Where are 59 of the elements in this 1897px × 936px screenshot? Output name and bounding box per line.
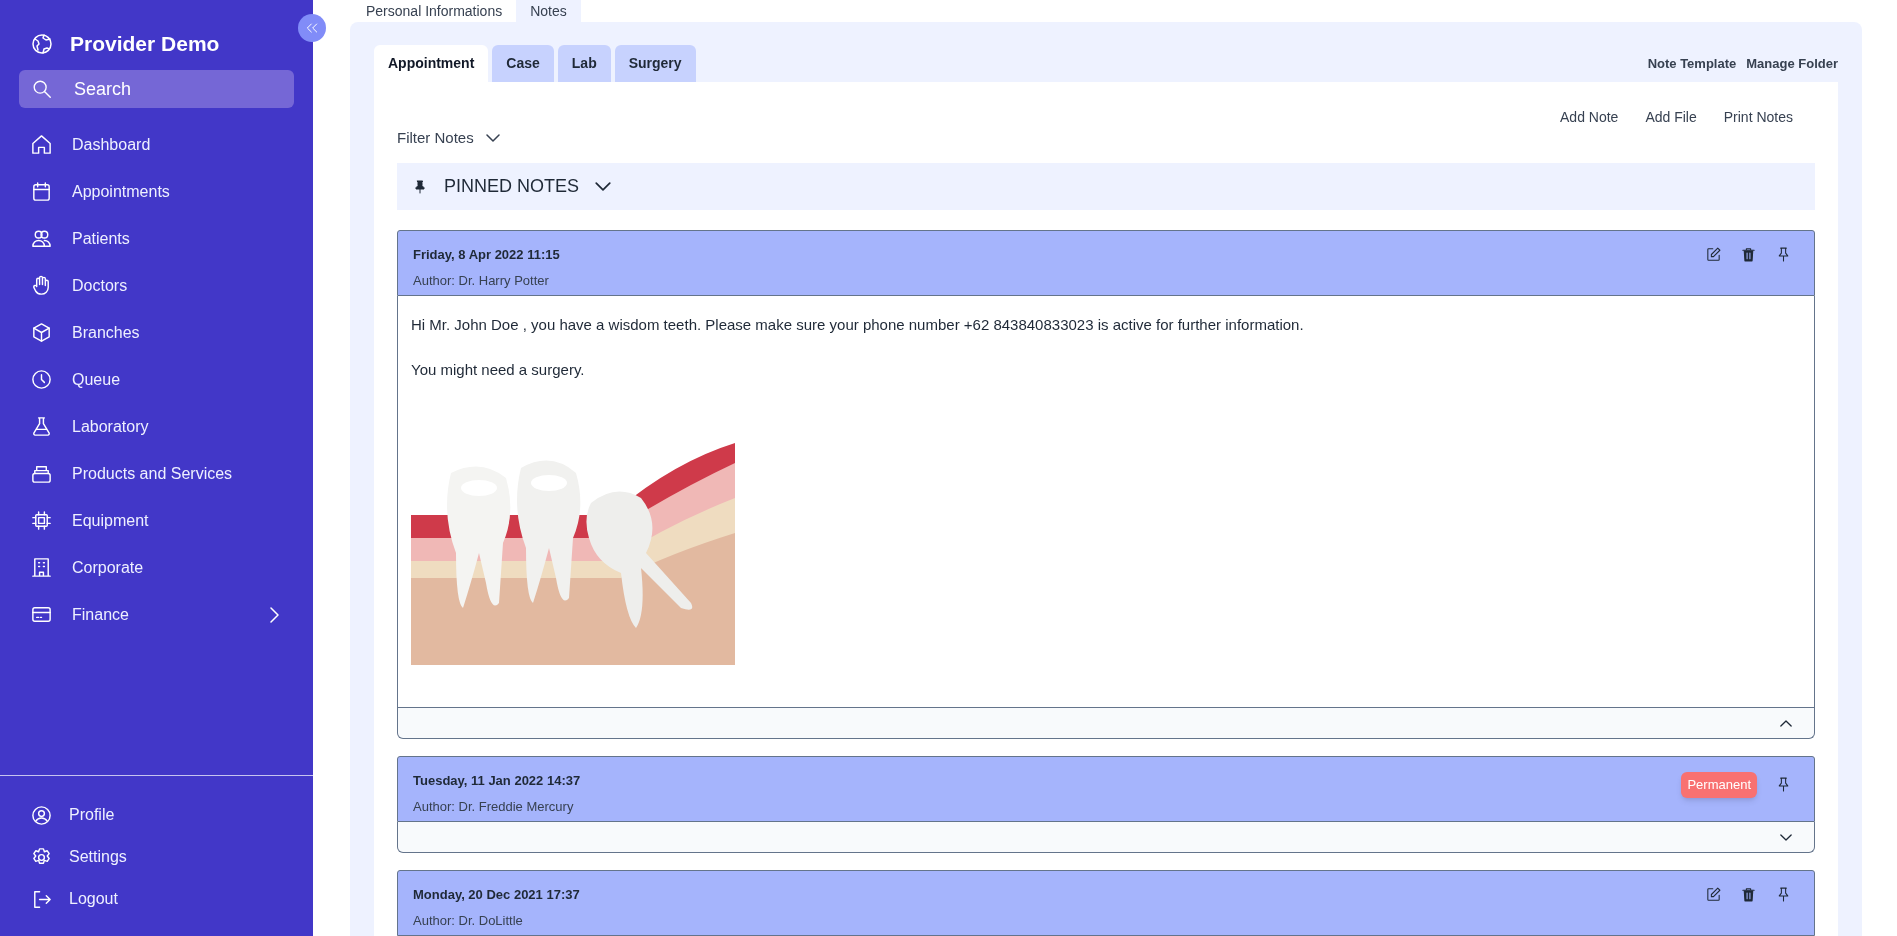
- note-author: Author: Dr. Freddie Mercury: [413, 797, 575, 816]
- note-toggle[interactable]: [397, 822, 1815, 853]
- brand-name: Provider Demo: [70, 31, 220, 58]
- sidebar-item[interactable]: Settings: [0, 836, 313, 878]
- sidebar-item[interactable]: Patients: [0, 215, 313, 262]
- permanent-badge: Permanent: [1681, 772, 1757, 798]
- note-author: Author: Dr. DoLittle: [413, 911, 524, 930]
- note-text: Hi Mr. John Doe , you have a wisdom teeth. Please make sure your phone number +62 843840833023 is active for further information.: [411, 315, 1305, 335]
- edit-icon[interactable]: [1705, 886, 1722, 903]
- pin-icon: [412, 178, 428, 195]
- sidebar-item[interactable]: Appointments: [0, 168, 313, 215]
- action-button[interactable]: Add Note: [1560, 107, 1619, 125]
- sidebar-item[interactable]: Corporate: [0, 544, 313, 591]
- search-field[interactable]: Search: [19, 70, 294, 108]
- home-icon: [30, 133, 53, 156]
- note-date: Tuesday, 11 Jan 2022 14:37: [413, 772, 581, 790]
- tab[interactable]: Appointment: [374, 45, 489, 82]
- link[interactable]: Note Template: [1647, 53, 1737, 74]
- chevron-down-icon: [485, 134, 500, 142]
- tab[interactable]: Surgery: [614, 45, 696, 82]
- trash-icon[interactable]: [1740, 246, 1757, 263]
- pinned-notes-header[interactable]: PINNED NOTES: [397, 163, 1815, 210]
- chevron-right-icon: [270, 606, 279, 623]
- note-date: Monday, 20 Dec 2021 17:37: [413, 886, 580, 904]
- sidebar-item[interactable]: Dashboard: [0, 121, 313, 168]
- edit-icon[interactable]: [1705, 246, 1722, 263]
- search-icon: [31, 78, 53, 100]
- sidebar-item[interactable]: Finance: [0, 591, 313, 638]
- sidebar-item[interactable]: Queue: [0, 356, 313, 403]
- double-chevron-left-icon: [304, 20, 320, 36]
- sidebar-item[interactable]: Profile: [0, 794, 313, 836]
- tab[interactable]: Case: [492, 45, 554, 82]
- note-text: You might need a surgery.: [411, 359, 586, 380]
- globe-icon: [30, 32, 54, 56]
- note-toggle[interactable]: [397, 708, 1815, 739]
- sidebar-item[interactable]: Branches: [0, 309, 313, 356]
- sidebar-item[interactable]: Laboratory: [0, 403, 313, 450]
- trash-icon[interactable]: [1740, 886, 1757, 903]
- sidebar-item[interactable]: Equipment: [0, 497, 313, 544]
- note-author: Author: Dr. Harry Potter: [413, 271, 550, 290]
- clock-icon: [30, 368, 53, 391]
- building-icon: [30, 556, 53, 579]
- sidebar-item[interactable]: Logout: [0, 878, 313, 920]
- link[interactable]: Manage Folder: [1746, 53, 1838, 74]
- chevron-down-icon: [595, 182, 612, 191]
- sidebar-item[interactable]: Doctors: [0, 262, 313, 309]
- user-circle-icon: [30, 803, 53, 827]
- chip-icon: [30, 509, 53, 532]
- flask-icon: [30, 415, 53, 438]
- tab[interactable]: Notes: [516, 0, 581, 22]
- calendar-icon: [30, 180, 53, 203]
- filter-dropdown[interactable]: Filter Notes: [397, 127, 500, 149]
- note-date: Friday, 8 Apr 2022 11:15: [413, 246, 560, 264]
- sidebar-item[interactable]: Products and Services: [0, 450, 313, 497]
- tab[interactable]: Lab: [557, 45, 611, 82]
- collapse-button[interactable]: [298, 14, 326, 42]
- action-button[interactable]: Print Notes: [1723, 107, 1793, 125]
- cube-icon: [30, 321, 53, 344]
- action-button[interactable]: Add File: [1645, 107, 1697, 125]
